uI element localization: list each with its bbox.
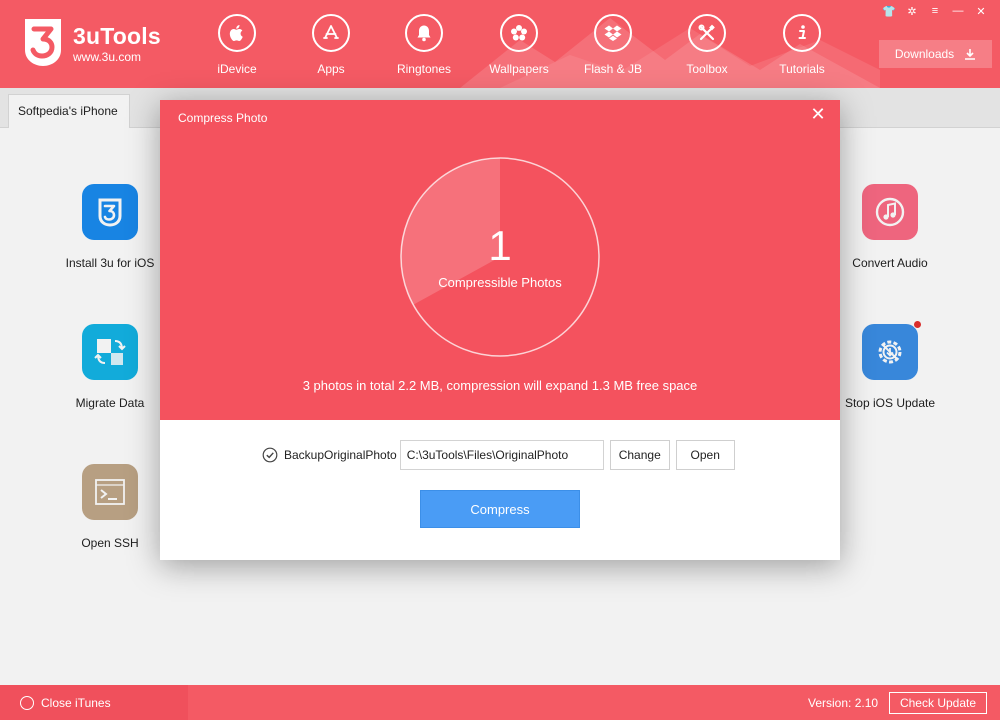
settings-icon[interactable]: ✲ — [903, 4, 921, 18]
backup-row: BackupOriginalPhoto Change Open — [262, 440, 735, 470]
checkbox-check-icon[interactable] — [262, 447, 278, 463]
compressible-label: Compressible Photos — [438, 275, 562, 290]
minimize-icon[interactable]: — — [949, 4, 967, 18]
backup-path-field[interactable] — [399, 440, 604, 470]
nav-label: Tutorials — [779, 62, 825, 76]
backup-label: BackupOriginalPhoto — [284, 448, 397, 462]
3u-logo-icon — [25, 19, 61, 66]
compress-button[interactable]: Compress — [420, 490, 580, 528]
version-label: Version: 2.10 — [808, 696, 879, 710]
dialog-title: Compress Photo — [178, 111, 268, 125]
bell-icon — [405, 14, 443, 52]
close-itunes-label: Close iTunes — [41, 695, 111, 710]
downloads-label: Downloads — [894, 47, 955, 61]
circle-icon — [20, 695, 34, 710]
app-name: 3uTools — [73, 23, 161, 49]
nav-label: Wallpapers — [489, 62, 549, 76]
skin-icon[interactable]: 👕 — [880, 4, 898, 18]
flower-icon — [500, 14, 538, 52]
download-icon — [965, 49, 976, 60]
compressible-count: 1 — [488, 222, 512, 269]
menu-icon[interactable]: ≡ — [926, 4, 944, 18]
compress-photo-dialog: Compress Photo ✕ 1 Compressible Photos 3… — [160, 100, 840, 560]
nav-label: Ringtones — [396, 62, 452, 76]
nav-label: Flash & JB — [583, 62, 643, 76]
compression-summary: 3 photos in total 2.2 MB, compression wi… — [302, 378, 698, 393]
app-store-icon — [312, 14, 350, 52]
check-update-button[interactable]: Check Update — [889, 692, 987, 714]
nav-toolbox[interactable]: Toolbox — [662, 14, 752, 80]
info-icon — [783, 14, 821, 52]
close-itunes-button[interactable]: Close iTunes — [0, 685, 188, 720]
top-header: 3uTools www.3u.com iDevice Apps Ringtone… — [0, 0, 1000, 88]
nav-label: Toolbox — [686, 62, 728, 76]
nav-apps[interactable]: Apps — [286, 14, 376, 80]
status-bar: Close iTunes Version: 2.10 Check Update — [0, 685, 1000, 720]
nav-label: iDevice — [217, 62, 257, 76]
nav-ringtones[interactable]: Ringtones — [379, 14, 469, 80]
dropbox-icon — [594, 14, 632, 52]
open-button[interactable]: Open — [675, 440, 735, 470]
tools-icon — [688, 14, 726, 52]
apple-icon — [218, 14, 256, 52]
downloads-button[interactable]: Downloads — [879, 40, 992, 68]
nav-label: Apps — [317, 62, 345, 76]
nav-idevice[interactable]: iDevice — [192, 14, 282, 80]
nav-wallpapers[interactable]: Wallpapers — [474, 14, 564, 80]
change-button[interactable]: Change — [609, 440, 670, 470]
nav-flash-jb[interactable]: Flash & JB — [568, 14, 658, 80]
nav-tutorials[interactable]: Tutorials — [757, 14, 847, 80]
dialog-header-panel: Compress Photo ✕ 1 Compressible Photos 3… — [160, 100, 840, 420]
close-icon[interactable]: ✕ — [972, 4, 990, 18]
window-controls: 👕 ✲ ≡ — ✕ — [880, 4, 990, 18]
app-url: www.3u.com — [73, 50, 142, 64]
close-icon[interactable]: ✕ — [808, 104, 828, 124]
